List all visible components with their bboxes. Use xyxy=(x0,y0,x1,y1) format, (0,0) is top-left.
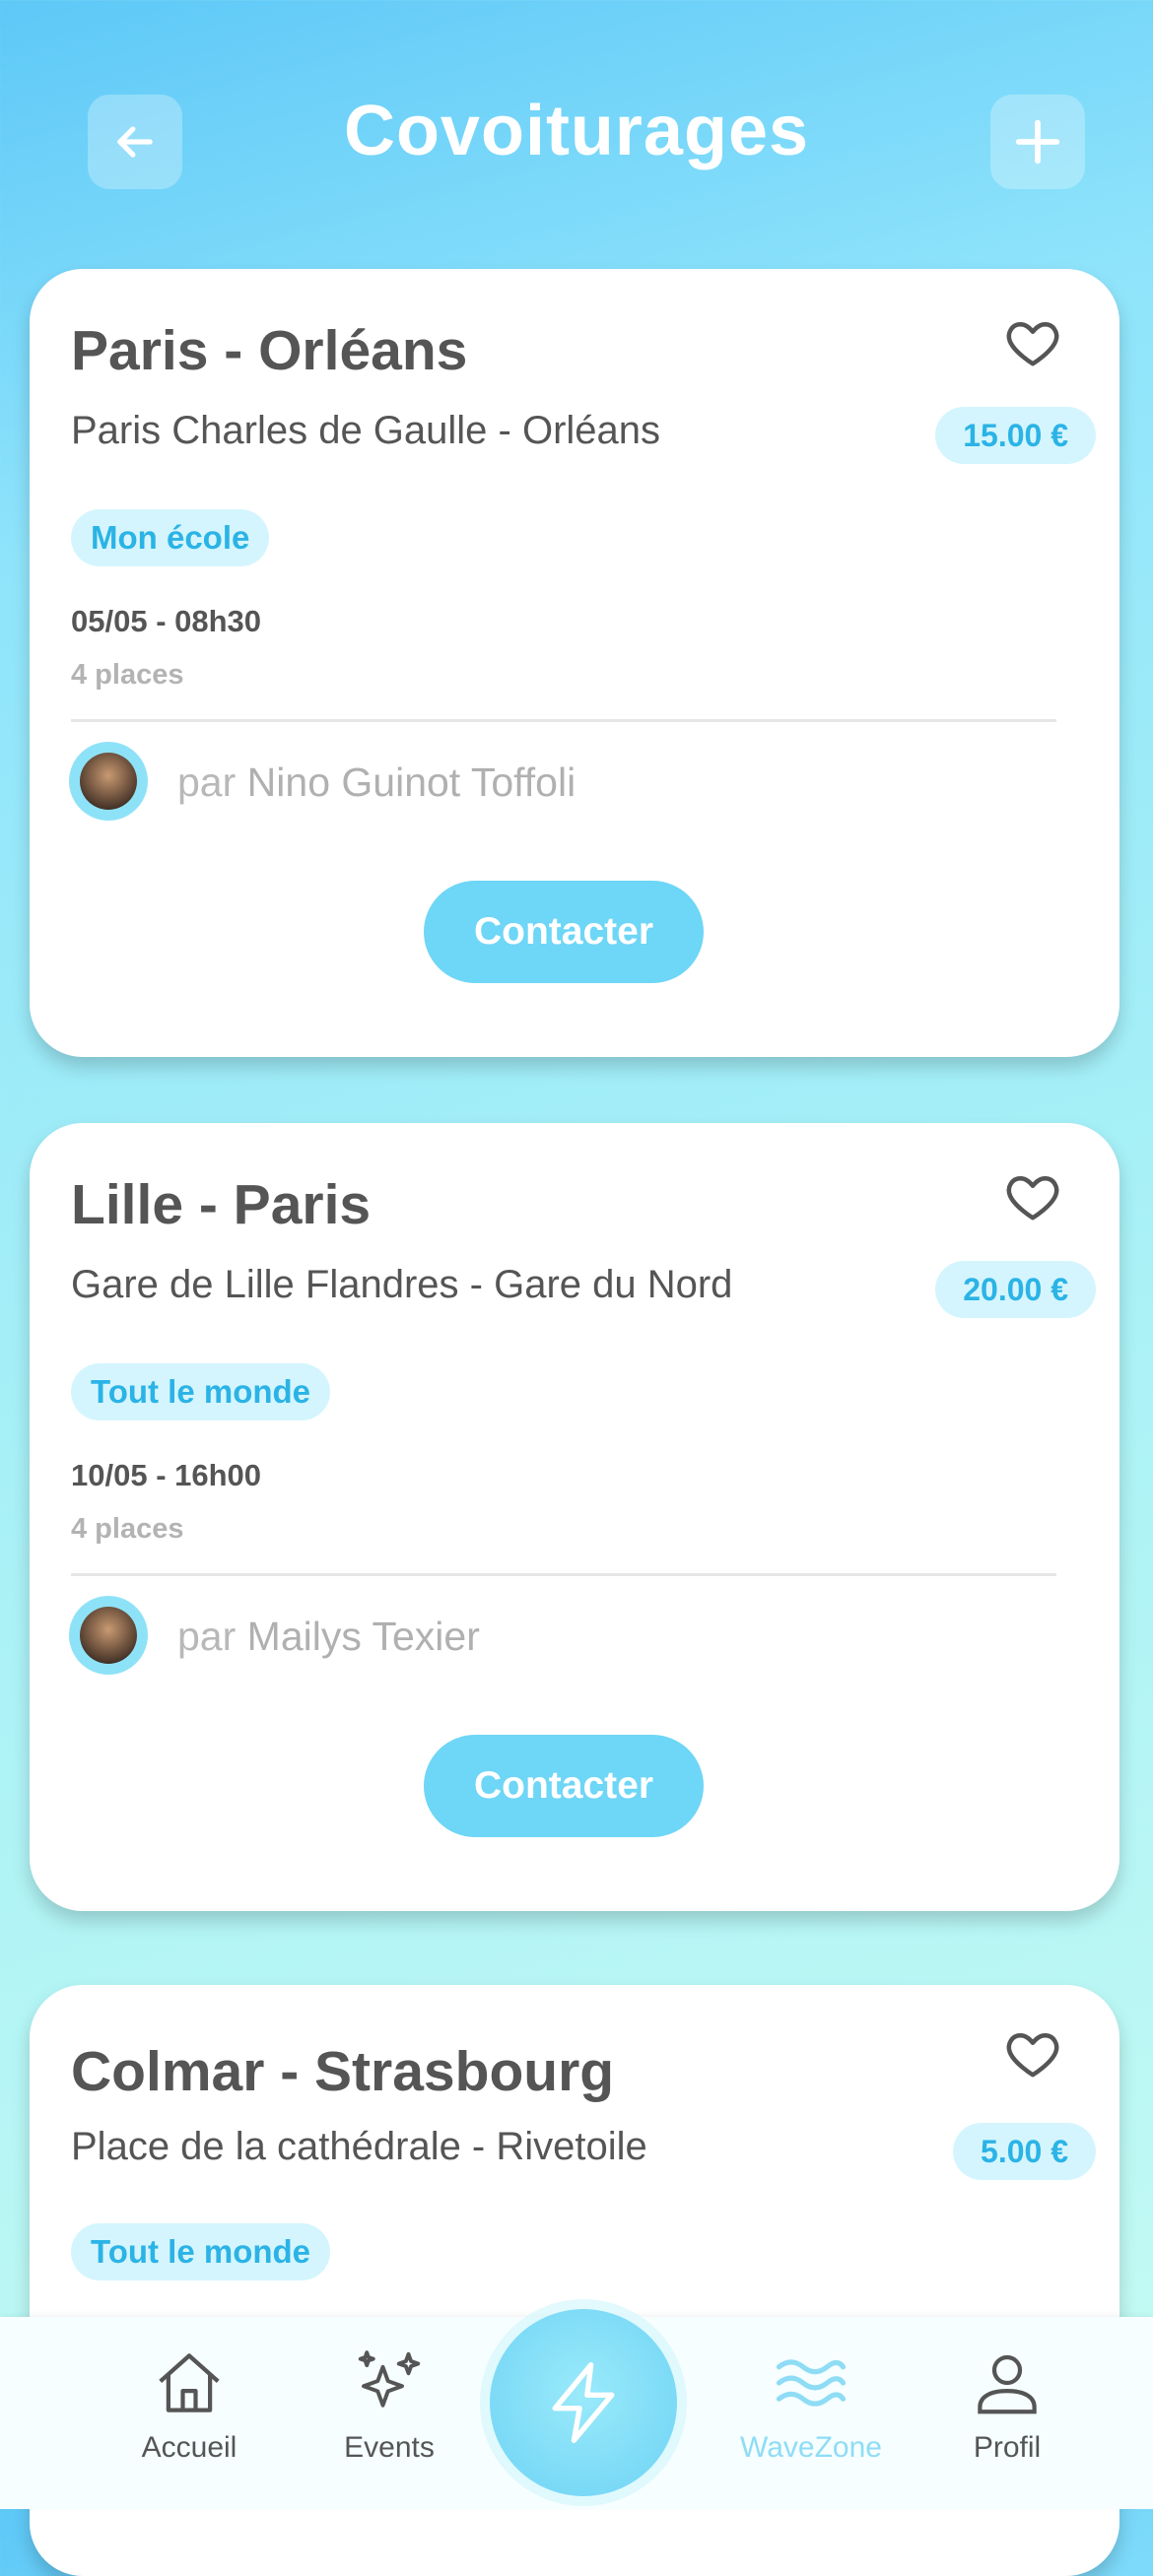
ride-card[interactable]: Paris - Orléans Paris Charles de Gaulle … xyxy=(30,269,1119,1057)
nav-label: Accueil xyxy=(141,2431,237,2464)
driver-name: Nino Guinot Toffoli xyxy=(246,760,576,805)
header: Covoiturages xyxy=(0,0,1153,266)
ride-stops: Place de la cathédrale - Rivetoile xyxy=(71,2125,647,2168)
nav-item-wavezone[interactable]: WaveZone xyxy=(727,2345,895,2465)
driver-prefix: par xyxy=(177,760,237,805)
avatar[interactable] xyxy=(69,742,148,821)
heart-icon[interactable] xyxy=(1003,2024,1062,2083)
ride-datetime: 05/05 - 08h30 xyxy=(71,604,262,638)
lightning-icon xyxy=(552,2361,615,2444)
nav-item-events[interactable]: Events xyxy=(305,2345,473,2465)
nav-label: Profil xyxy=(973,2431,1042,2464)
user-icon xyxy=(978,2354,1037,2414)
nav-label: Events xyxy=(344,2431,435,2464)
sparkles-icon xyxy=(358,2350,421,2408)
center-action-button[interactable] xyxy=(490,2309,677,2496)
driver-name: Mailys Texier xyxy=(246,1614,480,1659)
contact-button[interactable]: Contacter xyxy=(424,881,704,983)
driver-prefix: par xyxy=(177,1614,237,1659)
heart-icon[interactable] xyxy=(1003,1167,1062,1226)
ride-route-title: Paris - Orléans xyxy=(71,319,468,382)
price-badge: 15.00 € xyxy=(935,407,1096,464)
ride-seats: 4 places xyxy=(71,659,184,691)
avatar-photo xyxy=(80,1607,137,1664)
waves-icon xyxy=(776,2359,847,2407)
page-title: Covoiturages xyxy=(343,92,810,170)
add-ride-button[interactable] xyxy=(990,95,1085,189)
ride-seats: 4 places xyxy=(71,1513,184,1545)
plus-icon xyxy=(1015,119,1060,165)
nav-item-accueil[interactable]: Accueil xyxy=(105,2345,273,2465)
ride-datetime: 10/05 - 16h00 xyxy=(71,1458,262,1492)
driver-line: par Nino Guinot Toffoli xyxy=(177,760,576,806)
ride-card[interactable]: Lille - Paris Gare de Lille Flandres - G… xyxy=(30,1123,1119,1911)
divider xyxy=(71,719,1056,722)
nav-item-profil[interactable]: Profil xyxy=(923,2345,1091,2465)
ride-route-title: Colmar - Strasbourg xyxy=(71,2040,615,2103)
nav-label: WaveZone xyxy=(740,2431,882,2464)
heart-icon[interactable] xyxy=(1003,313,1062,372)
price-badge: 5.00 € xyxy=(953,2123,1096,2180)
divider xyxy=(71,1573,1056,1576)
audience-tag: Mon école xyxy=(71,509,270,566)
driver-line: par Mailys Texier xyxy=(177,1614,480,1660)
price-badge: 20.00 € xyxy=(935,1261,1096,1318)
avatar[interactable] xyxy=(69,1596,148,1675)
home-icon xyxy=(159,2353,220,2412)
ride-stops: Paris Charles de Gaulle - Orléans xyxy=(71,409,661,452)
audience-tag: Tout le monde xyxy=(71,2223,331,2280)
audience-tag: Tout le monde xyxy=(71,1363,331,1420)
contact-button[interactable]: Contacter xyxy=(424,1735,704,1837)
ride-route-title: Lille - Paris xyxy=(71,1173,372,1236)
avatar-photo xyxy=(80,753,137,810)
ride-stops: Gare de Lille Flandres - Gare du Nord xyxy=(71,1263,733,1306)
